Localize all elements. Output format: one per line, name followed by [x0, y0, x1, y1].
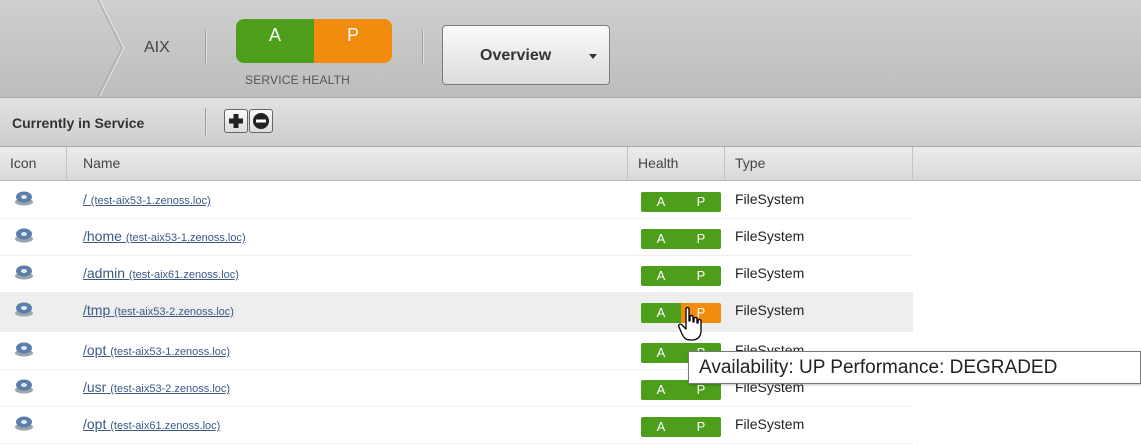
component-name-link[interactable]: /home (test-aix53-1.zenoss.loc) — [83, 228, 246, 244]
component-name-link[interactable]: / (test-aix53-1.zenoss.loc) — [83, 191, 211, 207]
type-cell: FileSystem — [735, 416, 805, 432]
performance-badge: P — [681, 192, 721, 212]
table-row[interactable]: /admin (test-aix61.zenoss.loc) A P FileS… — [0, 255, 913, 293]
column-header-type[interactable]: Type — [725, 147, 913, 180]
column-header-health[interactable]: Health — [628, 147, 725, 180]
filesystem-icon — [15, 265, 33, 280]
divider — [205, 108, 207, 136]
component-name-link[interactable]: /tmp (test-aix53-2.zenoss.loc) — [83, 302, 234, 318]
availability-badge: A — [641, 303, 681, 323]
divider — [422, 30, 424, 64]
availability-badge: A — [641, 229, 681, 249]
grid-header: Icon Name Health Type — [0, 147, 1141, 181]
chevron-down-icon — [589, 54, 597, 59]
performance-badge: P — [681, 417, 721, 437]
filesystem-icon — [15, 379, 33, 394]
filesystem-icon — [15, 416, 33, 431]
type-cell: FileSystem — [735, 265, 805, 281]
view-select-label: Overview — [480, 47, 552, 64]
remove-button[interactable] — [249, 109, 273, 133]
health-indicator[interactable]: A P — [641, 417, 721, 437]
view-select-dropdown[interactable]: Overview — [442, 25, 610, 85]
breadcrumb[interactable]: AIX — [144, 39, 170, 57]
breadcrumb-chevron-icon — [97, 0, 125, 97]
component-name-link[interactable]: /admin (test-aix61.zenoss.loc) — [83, 265, 239, 281]
availability-badge: A — [236, 19, 314, 63]
component-name-link[interactable]: /opt (test-aix61.zenoss.loc) — [83, 416, 220, 432]
availability-badge: A — [641, 266, 681, 286]
component-name-link[interactable]: /opt (test-aix53-1.zenoss.loc) — [83, 342, 230, 358]
filesystem-icon — [15, 342, 33, 357]
health-indicator[interactable]: A P — [641, 229, 721, 249]
type-cell: FileSystem — [735, 302, 805, 318]
type-cell: FileSystem — [735, 191, 805, 207]
health-tooltip: Availability: UP Performance: DEGRADED — [688, 351, 1141, 384]
hand-cursor-icon — [678, 306, 702, 341]
component-name-link[interactable]: /usr (test-aix53-2.zenoss.loc) — [83, 379, 230, 395]
filesystem-icon — [15, 191, 33, 206]
availability-badge: A — [641, 417, 681, 437]
service-health-indicator[interactable]: A P — [236, 19, 392, 63]
service-health-label: SERVICE HEALTH — [245, 73, 351, 87]
availability-badge: A — [641, 192, 681, 212]
minus-icon — [253, 113, 269, 129]
filesystem-icon — [15, 228, 33, 243]
type-cell: FileSystem — [735, 228, 805, 244]
filesystem-icon — [15, 302, 33, 317]
top-bar: AIX A P SERVICE HEALTH Overview — [0, 0, 1141, 98]
health-indicator[interactable]: A P — [641, 266, 721, 286]
performance-badge: P — [681, 266, 721, 286]
divider — [205, 30, 207, 64]
performance-badge: P — [681, 229, 721, 249]
availability-badge: A — [641, 343, 681, 363]
table-row[interactable]: /tmp (test-aix53-2.zenoss.loc) A P FileS… — [0, 292, 913, 332]
table-row[interactable]: / (test-aix53-1.zenoss.loc) A P FileSyst… — [0, 181, 913, 219]
column-header-name[interactable]: Name — [67, 147, 628, 180]
table-row[interactable]: /opt (test-aix61.zenoss.loc) A P FileSys… — [0, 406, 913, 444]
health-indicator[interactable]: A P — [641, 192, 721, 212]
service-toolbar: Currently in Service — [0, 98, 1141, 147]
table-row[interactable]: /home (test-aix53-1.zenoss.loc) A P File… — [0, 218, 913, 256]
toolbar-title: Currently in Service — [12, 115, 145, 131]
add-button[interactable] — [224, 109, 248, 133]
plus-icon — [229, 114, 243, 128]
performance-badge: P — [314, 19, 392, 63]
column-header-icon[interactable]: Icon — [0, 147, 67, 180]
availability-badge: A — [641, 380, 681, 400]
